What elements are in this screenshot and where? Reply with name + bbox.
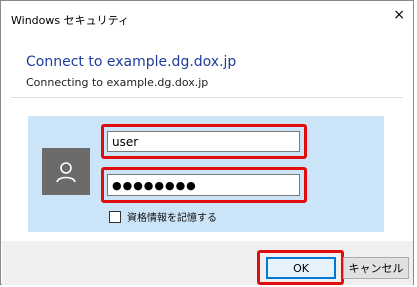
remember-credentials[interactable]: 資格情報を記憶する [109,209,217,224]
password-field[interactable]: ●●●●●●●● [107,174,300,196]
dialog-heading: Connect to example.dg.dox.jp [26,54,237,70]
remember-checkbox[interactable] [109,210,121,223]
divider [11,97,403,98]
user-icon-glyph [56,161,76,182]
user-icon [42,148,90,195]
username-field[interactable] [107,131,300,152]
credential-dialog: Windows セキュリティ × Connect to example.dg.d… [0,0,414,285]
ok-button[interactable]: OK [266,257,336,279]
window-title: Windows セキュリティ [11,14,129,27]
cancel-button[interactable]: キャンセル [343,257,409,279]
title-bar: Windows セキュリティ × [1,1,413,35]
close-icon[interactable]: × [393,7,405,23]
remember-label: 資格情報を記憶する [127,213,217,224]
dialog-subheading: Connecting to example.dg.dox.jp [26,76,209,89]
